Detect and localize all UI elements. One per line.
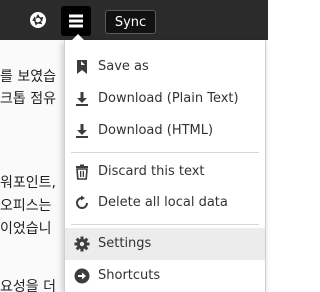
arrow-right-circle-icon — [73, 267, 91, 285]
bookmark-icon — [73, 58, 91, 76]
download-icon — [73, 90, 91, 108]
sync-button[interactable]: Sync — [105, 10, 156, 34]
aperture-icon[interactable] — [24, 6, 52, 34]
document-line: 워포인트, — [0, 175, 56, 191]
document-line: 오피스는 — [0, 198, 52, 214]
dropdown-menu: Save as Download (Plain Text) Download (… — [64, 40, 266, 292]
menu-item-shortcuts[interactable]: Shortcuts — [65, 260, 265, 292]
trash-icon — [73, 163, 91, 181]
menu-item-label: Save as — [98, 59, 149, 74]
menu-item-settings[interactable]: Settings — [65, 228, 265, 260]
document-line: 를 보였습 — [0, 69, 56, 85]
document-line: 이었습니 — [0, 221, 52, 237]
document-line: 크톱 점유 — [0, 91, 56, 107]
menu-item-download-plain-text[interactable]: Download (Plain Text) — [65, 83, 265, 115]
refresh-icon — [73, 194, 91, 212]
document-line: 요성을 더 — [0, 279, 56, 292]
menu-item-label: Download (Plain Text) — [98, 91, 239, 106]
menu-item-delete-local-data[interactable]: Delete all local data — [65, 187, 265, 219]
gear-icon — [73, 235, 91, 253]
toolbar: Sync — [0, 0, 268, 40]
hamburger-menu-icon[interactable] — [61, 6, 91, 36]
download-icon — [73, 122, 91, 140]
menu-separator — [71, 152, 259, 153]
menu-item-label: Download (HTML) — [98, 123, 214, 138]
menu-item-discard-text[interactable]: Discard this text — [65, 156, 265, 188]
menu-item-download-html[interactable]: Download (HTML) — [65, 115, 265, 147]
menu-item-label: Delete all local data — [98, 195, 228, 210]
menu-separator — [71, 224, 259, 225]
menu-item-save-as[interactable]: Save as — [65, 51, 265, 83]
menu-item-label: Shortcuts — [98, 268, 161, 283]
menu-item-label: Settings — [98, 236, 152, 251]
menu-item-label: Discard this text — [98, 164, 205, 179]
